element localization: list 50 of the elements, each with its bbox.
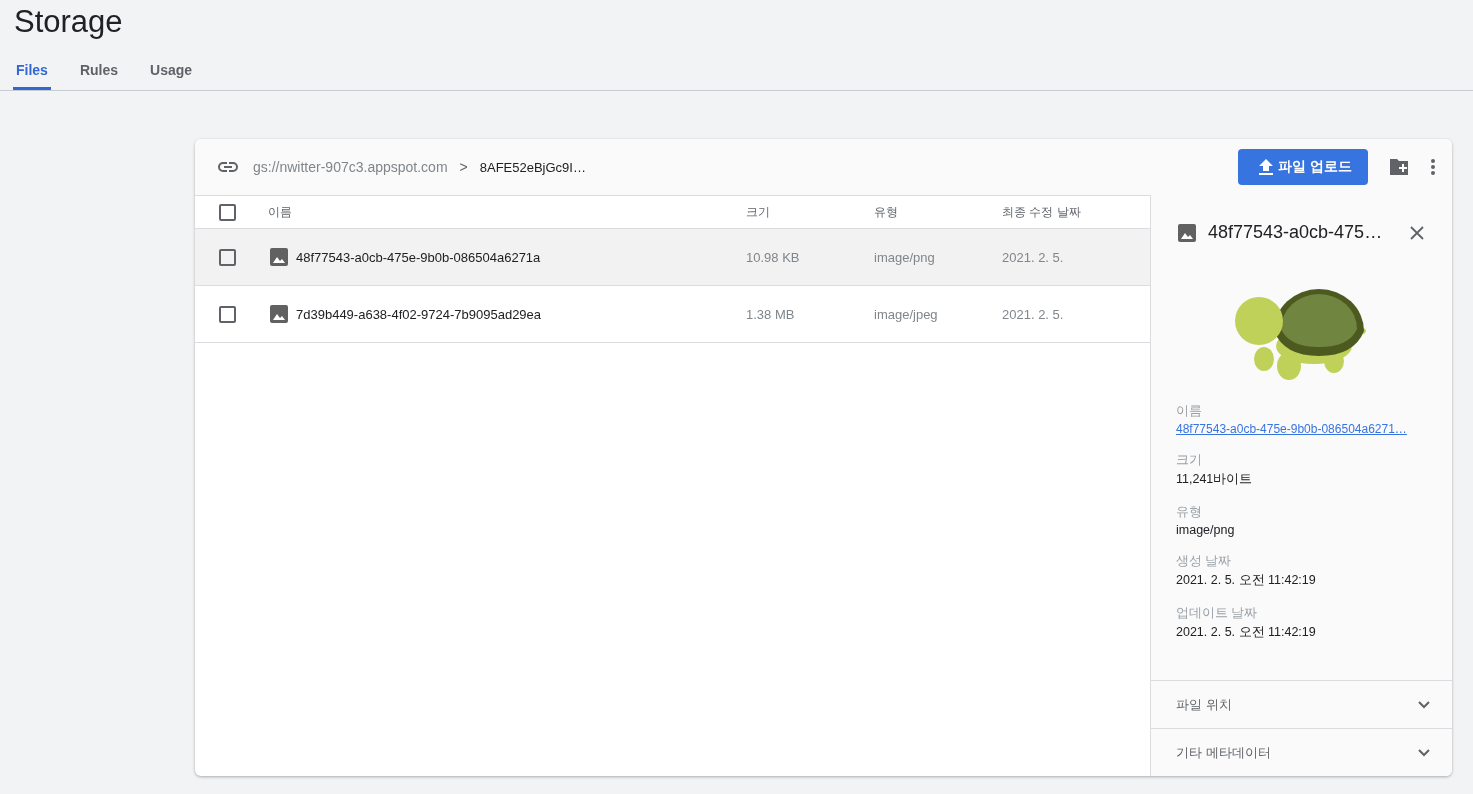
table-cell: 2021. 2. 5. <box>1002 306 1064 322</box>
section-label: 기타 메타데이터 <box>1176 743 1271 762</box>
row-checkbox[interactable] <box>219 305 236 323</box>
column-header[interactable]: 유형 <box>874 204 898 219</box>
table-cell: image/png <box>874 249 935 265</box>
image-icon <box>270 305 288 323</box>
page-title: Storage <box>13 3 124 41</box>
file-name: 48f77543-a0cb-475e-9b0b-086504a6271a <box>296 249 541 265</box>
tab[interactable]: Rules <box>76 56 122 90</box>
upload-button[interactable]: 파일 업로드 <box>1238 149 1368 185</box>
details-title: 48f77543-a0cb-475… <box>1208 222 1384 243</box>
field-value: image/png <box>1176 523 1236 537</box>
collapsible-section[interactable]: 파일 위치 <box>1151 680 1452 728</box>
table-cell: 1.38 MB <box>746 306 795 322</box>
folder-path[interactable]: 8AFE52eBjGc9I… <box>479 159 586 175</box>
field-label: 크기 <box>1176 452 1203 469</box>
file-row[interactable]: 48f77543-a0cb-475e-9b0b-086504a6271a 10.98 KB image/png 2021. 2. 5. <box>195 229 1150 286</box>
field-value: 2021. 2. 5. 오전 11:42:19 <box>1176 624 1317 641</box>
column-header[interactable]: 최종 수정 날짜 <box>1002 204 1081 219</box>
section-label: 파일 위치 <box>1176 695 1232 714</box>
field-value: 11,241바이트 <box>1176 471 1254 488</box>
file-row[interactable]: 7d39b449-a638-4f02-9724-7b9095ad29ea 1.38 MB image/jpeg 2021. 2. 5. <box>195 286 1150 343</box>
select-all-checkbox[interactable] <box>219 203 236 221</box>
upload-icon <box>1258 158 1275 176</box>
field-value: 2021. 2. 5. 오전 11:42:19 <box>1176 572 1317 589</box>
file-name: 7d39b449-a638-4f02-9724-7b9095ad29ea <box>296 306 542 322</box>
collapsible-section[interactable]: 기타 메타데이터 <box>1151 728 1452 776</box>
tab[interactable]: Files <box>13 56 51 90</box>
new-folder-icon[interactable] <box>1388 158 1410 176</box>
table-cell: 2021. 2. 5. <box>1002 249 1064 265</box>
tab[interactable]: Usage <box>147 56 196 90</box>
column-header[interactable]: 이름 <box>268 204 292 219</box>
table-cell: 10.98 KB <box>746 249 800 265</box>
breadcrumb-separator: > <box>459 159 468 175</box>
image-icon <box>270 248 288 266</box>
more-icon[interactable] <box>1430 158 1436 176</box>
chevron-icon <box>1418 700 1430 709</box>
link-icon <box>217 161 239 173</box>
field-label: 업데이트 날짜 <box>1176 605 1259 622</box>
row-checkbox[interactable] <box>219 248 236 266</box>
field-label: 생성 날짜 <box>1176 553 1233 570</box>
column-header[interactable]: 크기 <box>746 204 770 219</box>
table-cell: image/jpeg <box>874 306 938 322</box>
chevron-icon <box>1418 748 1430 757</box>
bucket-path[interactable]: gs://nwitter-907c3.appspot.com <box>253 159 448 175</box>
close-icon[interactable] <box>1410 225 1424 240</box>
field-label: 이름 <box>1176 403 1203 420</box>
field-label: 유형 <box>1176 504 1203 521</box>
image-icon <box>1178 223 1196 242</box>
file-link[interactable]: 48f77543-a0cb-475e-9b0b-086504a6271… <box>1176 422 1427 436</box>
